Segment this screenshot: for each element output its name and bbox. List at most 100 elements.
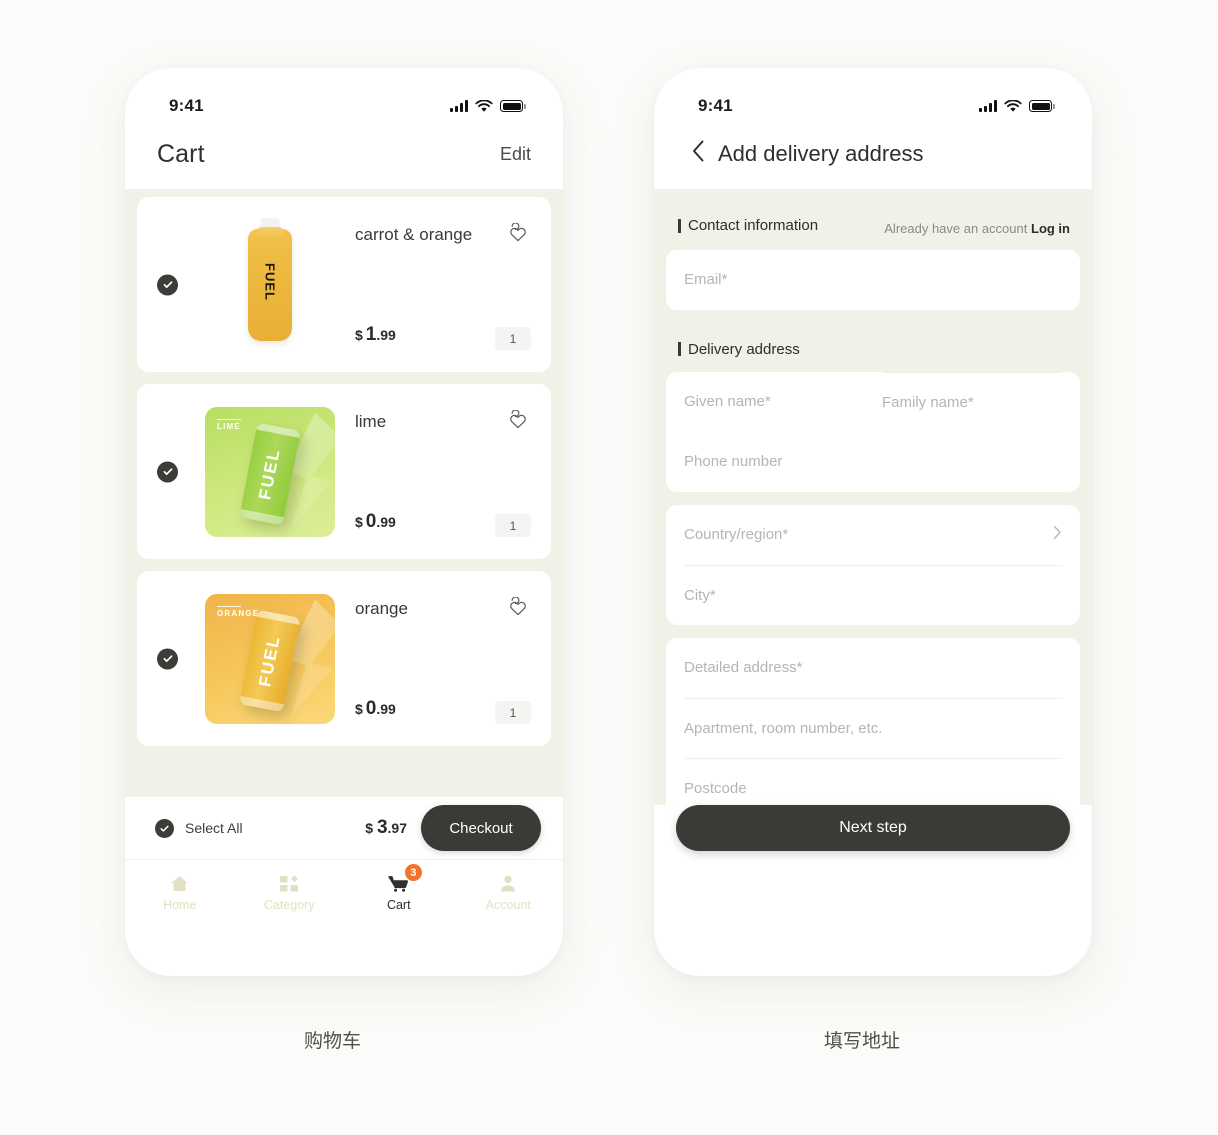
price-currency: $ xyxy=(355,701,363,717)
screenshot-canvas: 9:41 Cart Edit FUEL carrot & orange $ 1.… xyxy=(0,0,1218,1135)
total-minor: .97 xyxy=(387,820,407,836)
price-minor: .99 xyxy=(376,327,396,343)
status-bar: 9:41 xyxy=(654,68,1092,126)
favorite-heart-icon[interactable] xyxy=(507,596,529,619)
status-indicators xyxy=(979,99,1055,113)
checkout-button[interactable]: Checkout xyxy=(421,805,541,851)
item-thumbnail[interactable]: LIME FUEL xyxy=(185,406,355,537)
item-details: orange $0.99 1 xyxy=(355,571,551,746)
region-card: Country/region* City* xyxy=(666,504,1080,625)
delivery-address-section-header: Delivery address xyxy=(666,323,1080,372)
given-name-field[interactable]: Given name* xyxy=(684,372,864,432)
favorite-heart-icon[interactable] xyxy=(507,409,529,432)
tab-category-label: Category xyxy=(263,898,315,912)
page-title: Cart xyxy=(157,140,205,168)
section-accent-bar xyxy=(678,218,681,233)
tab-cart[interactable]: 3 Cart xyxy=(344,860,454,923)
lime-can-image: LIME FUEL xyxy=(205,406,335,537)
item-thumbnail[interactable]: FUEL xyxy=(185,228,355,341)
item-details: lime $0.99 1 xyxy=(355,384,551,559)
favorite-heart-icon[interactable] xyxy=(507,222,529,245)
cart-item-row[interactable]: FUEL carrot & orange $1.99 1 xyxy=(137,197,551,372)
section-title-text: Contact information xyxy=(688,217,819,234)
item-select-checkbox[interactable] xyxy=(157,648,178,669)
section-title-delivery: Delivery address xyxy=(678,341,800,358)
select-all-label: Select All xyxy=(185,820,243,836)
chevron-right-icon xyxy=(1053,524,1062,545)
login-prompt-text: Already have an account xyxy=(884,220,1028,236)
status-time: 9:41 xyxy=(698,96,733,115)
status-indicators xyxy=(450,99,526,113)
total-major: 3 xyxy=(376,817,388,838)
login-prompt: Already have an account Log in xyxy=(884,221,1070,236)
section-title-text: Delivery address xyxy=(688,340,800,358)
street-address-card: Detailed address* Apartment, room number… xyxy=(666,637,1080,818)
tab-category[interactable]: Category xyxy=(235,860,345,923)
caption-cart: 购物车 xyxy=(304,1031,362,1052)
item-select-checkbox[interactable] xyxy=(157,461,178,482)
item-thumbnail[interactable]: ORANGE FUEL xyxy=(185,593,355,724)
detailed-address-field[interactable]: Detailed address* xyxy=(684,638,1062,698)
city-field[interactable]: City* xyxy=(684,564,1062,625)
country-region-field[interactable]: Country/region* xyxy=(684,505,1062,565)
status-bar: 9:41 xyxy=(125,68,563,126)
wifi-icon xyxy=(475,99,493,112)
log-in-link[interactable]: Log in xyxy=(1031,221,1070,236)
email-field[interactable]: Email* xyxy=(684,250,1062,310)
caption-address: 填写地址 xyxy=(824,1031,901,1052)
edit-button[interactable]: Edit xyxy=(500,144,531,165)
apartment-field[interactable]: Apartment, room number, etc. xyxy=(684,697,1062,758)
battery-full-icon xyxy=(500,100,526,112)
family-name-field[interactable]: Family name* xyxy=(882,371,1062,432)
address-header: Add delivery address xyxy=(654,126,1092,189)
cart-total: $ 3.97 xyxy=(365,817,407,839)
country-region-label: Country/region* xyxy=(684,526,789,543)
address-form: Contact information Already have an acco… xyxy=(654,189,1092,851)
next-step-container: Next step xyxy=(654,805,1092,851)
page-title: Add delivery address xyxy=(718,140,924,166)
tab-cart-label: Cart xyxy=(386,898,411,912)
select-all-control[interactable]: Select All xyxy=(155,818,243,838)
can-body: FUEL xyxy=(239,422,301,525)
cellular-bars-icon xyxy=(979,100,997,112)
can-body: FUEL xyxy=(239,609,301,712)
price-major: 0 xyxy=(365,511,377,532)
section-title-contact: Contact information xyxy=(678,217,818,234)
cart-item-row[interactable]: LIME FUEL lime $0.99 1 xyxy=(137,384,551,559)
juice-bottle-image: FUEL xyxy=(248,228,292,341)
price-major: 0 xyxy=(365,698,377,719)
price-currency: $ xyxy=(355,327,363,343)
tab-home[interactable]: Home xyxy=(125,860,235,923)
contact-information-section-header: Contact information Already have an acco… xyxy=(666,199,1080,250)
item-select-checkbox[interactable] xyxy=(157,274,178,295)
item-price: $0.99 xyxy=(355,698,396,720)
bottle-brand-label: FUEL xyxy=(262,262,278,301)
tile-flavor-label: ORANGE xyxy=(217,606,259,618)
total-currency: $ xyxy=(365,820,374,836)
tab-account-label: Account xyxy=(485,898,531,912)
next-step-button[interactable]: Next step xyxy=(676,805,1070,851)
price-minor: .99 xyxy=(376,514,396,530)
battery-full-icon xyxy=(1029,100,1055,112)
grid-icon xyxy=(279,871,299,893)
chevron-left-icon[interactable] xyxy=(692,140,705,167)
cart-item-row[interactable]: ORANGE FUEL orange $0.99 1 xyxy=(137,571,551,746)
wifi-icon xyxy=(1004,99,1022,112)
item-quantity[interactable]: 1 xyxy=(495,327,531,350)
price-major: 1 xyxy=(365,324,377,345)
phone-number-field[interactable]: Phone number xyxy=(684,432,1062,492)
section-accent-bar xyxy=(678,342,681,356)
item-quantity[interactable]: 1 xyxy=(495,701,531,724)
select-all-checkbox[interactable] xyxy=(155,818,174,838)
tab-account[interactable]: Account xyxy=(454,860,564,923)
cart-icon: 3 xyxy=(387,864,422,893)
email-card: Email* xyxy=(666,249,1080,310)
checkout-bar: Select All $ 3.97 Checkout xyxy=(125,797,563,859)
phone-mockup-address: 9:41 Add delivery address Contact inform… xyxy=(654,68,1092,976)
person-icon xyxy=(498,871,518,893)
name-phone-card: Given name* Family name* Phone number xyxy=(666,371,1080,492)
item-price: $0.99 xyxy=(355,511,396,533)
orange-can-image: ORANGE FUEL xyxy=(205,593,335,724)
item-quantity[interactable]: 1 xyxy=(495,514,531,537)
can-brand-label: FUEL xyxy=(255,445,284,501)
